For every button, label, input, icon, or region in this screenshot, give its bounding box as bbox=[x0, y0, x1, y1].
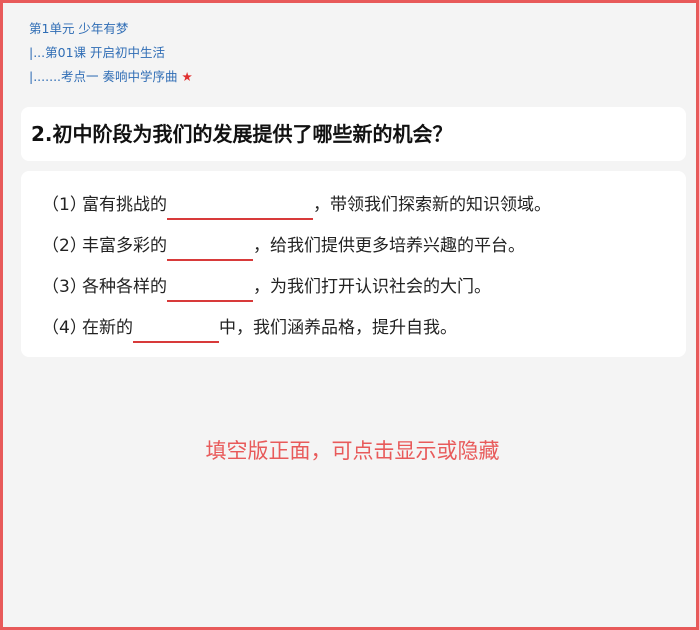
question-title: 2.初中阶段为我们的发展提供了哪些新的机会？ bbox=[31, 122, 453, 146]
answer-line: （2）丰富多彩的 ，给我们提供更多培养兴趣的平台。 bbox=[42, 226, 686, 267]
answer-prefix: 富有挑战的 bbox=[82, 195, 167, 215]
answer-number: （4） bbox=[42, 318, 87, 338]
answer-prefix: 丰富多彩的 bbox=[82, 236, 167, 256]
breadcrumb-point-label: |.......考点一 奏响中学序曲 bbox=[29, 69, 178, 84]
answer-number: （1） bbox=[42, 195, 87, 215]
answer-card: （1）富有挑战的 ，带领我们探索新的知识领域。 （2）丰富多彩的 ，给我们提供更多培… bbox=[21, 171, 686, 357]
answer-prefix: 在新的 bbox=[82, 318, 133, 338]
star-icon: ★ bbox=[181, 69, 193, 84]
answer-number: （2） bbox=[42, 236, 87, 256]
answer-suffix: ，为我们打开认识社会的大门。 bbox=[253, 277, 491, 297]
answer-suffix: ，给我们提供更多培养兴趣的平台。 bbox=[253, 236, 525, 256]
answer-suffix: 中，我们涵养品格，提升自我。 bbox=[219, 318, 457, 338]
breadcrumb: 第1单元 少年有梦 |...第01课 开启初中生活 |.......考点一 奏响… bbox=[29, 17, 193, 89]
answer-suffix: ，带领我们探索新的知识领域。 bbox=[313, 195, 551, 215]
answer-blank bbox=[133, 308, 219, 343]
question-card: 2.初中阶段为我们的发展提供了哪些新的机会？ bbox=[21, 107, 686, 161]
breadcrumb-point[interactable]: |.......考点一 奏响中学序曲 ★ bbox=[29, 65, 193, 89]
flashcard-frame: 第1单元 少年有梦 |...第01课 开启初中生活 |.......考点一 奏响… bbox=[0, 0, 699, 630]
answer-line: （4）在新的 中，我们涵养品格，提升自我。 bbox=[42, 308, 686, 349]
answer-blank bbox=[167, 226, 253, 261]
answer-line: （1）富有挑战的 ，带领我们探索新的知识领域。 bbox=[42, 185, 686, 226]
breadcrumb-lesson[interactable]: |...第01课 开启初中生活 bbox=[29, 41, 193, 65]
toggle-answer-hint[interactable]: 填空版正面，可点击显示或隐藏 bbox=[3, 435, 699, 465]
answer-line: （3）各种各样的 ，为我们打开认识社会的大门。 bbox=[42, 267, 686, 308]
answer-blank bbox=[167, 267, 253, 302]
answer-prefix: 各种各样的 bbox=[82, 277, 167, 297]
breadcrumb-unit[interactable]: 第1单元 少年有梦 bbox=[29, 17, 193, 41]
answer-blank bbox=[167, 185, 313, 220]
answer-number: （3） bbox=[42, 277, 87, 297]
